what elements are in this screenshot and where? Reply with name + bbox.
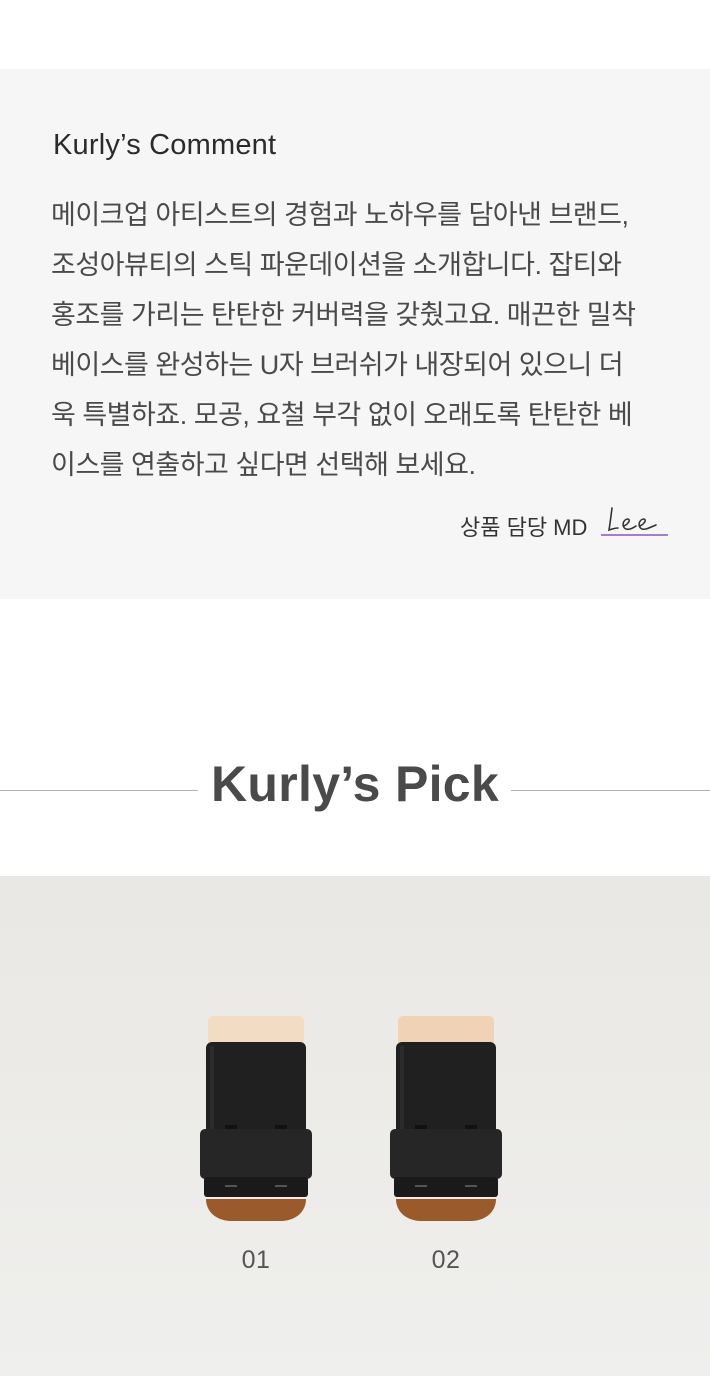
comment-line: 홍조를 가리는 탄탄한 커버력을 갖췄고요. 매끈한 밀착 (51, 300, 636, 330)
comment-line: 조성아뷰티의 스틱 파운데이션을 소개합니다. 잡티와 (51, 250, 622, 280)
stick-foundation-01 (200, 1016, 312, 1221)
comment-body: 메이크업 아티스트의 경험과 노하우를 담아낸 브랜드, 조성아뷰티의 스틱 파… (51, 190, 671, 490)
product-photo: 01 02 (0, 876, 710, 1376)
product-label-02: 02 (431, 1246, 461, 1274)
stick-foundation-02 (390, 1016, 502, 1221)
signature-lee (601, 507, 668, 536)
divider-right (511, 790, 710, 791)
md-signature-block: 상품 담당 MD (460, 506, 670, 542)
pick-title: Kurly’s Pick (211, 756, 499, 812)
comment-title: Kurly’s Comment (53, 129, 277, 161)
comment-line: 이스를 연출하고 싶다면 선택해 보세요. (51, 450, 476, 480)
comment-line: 베이스를 완성하는 U자 브러쉬가 내장되어 있으니 더 (51, 350, 624, 380)
md-label: 상품 담당 MD (460, 515, 588, 540)
comment-line: 욱 특별하죠. 모공, 요철 부각 없이 오래도록 탄탄한 베 (51, 400, 633, 430)
comment-line: 메이크업 아티스트의 경험과 노하우를 담아낸 브랜드, (51, 200, 629, 230)
product-label-01: 01 (241, 1246, 271, 1274)
